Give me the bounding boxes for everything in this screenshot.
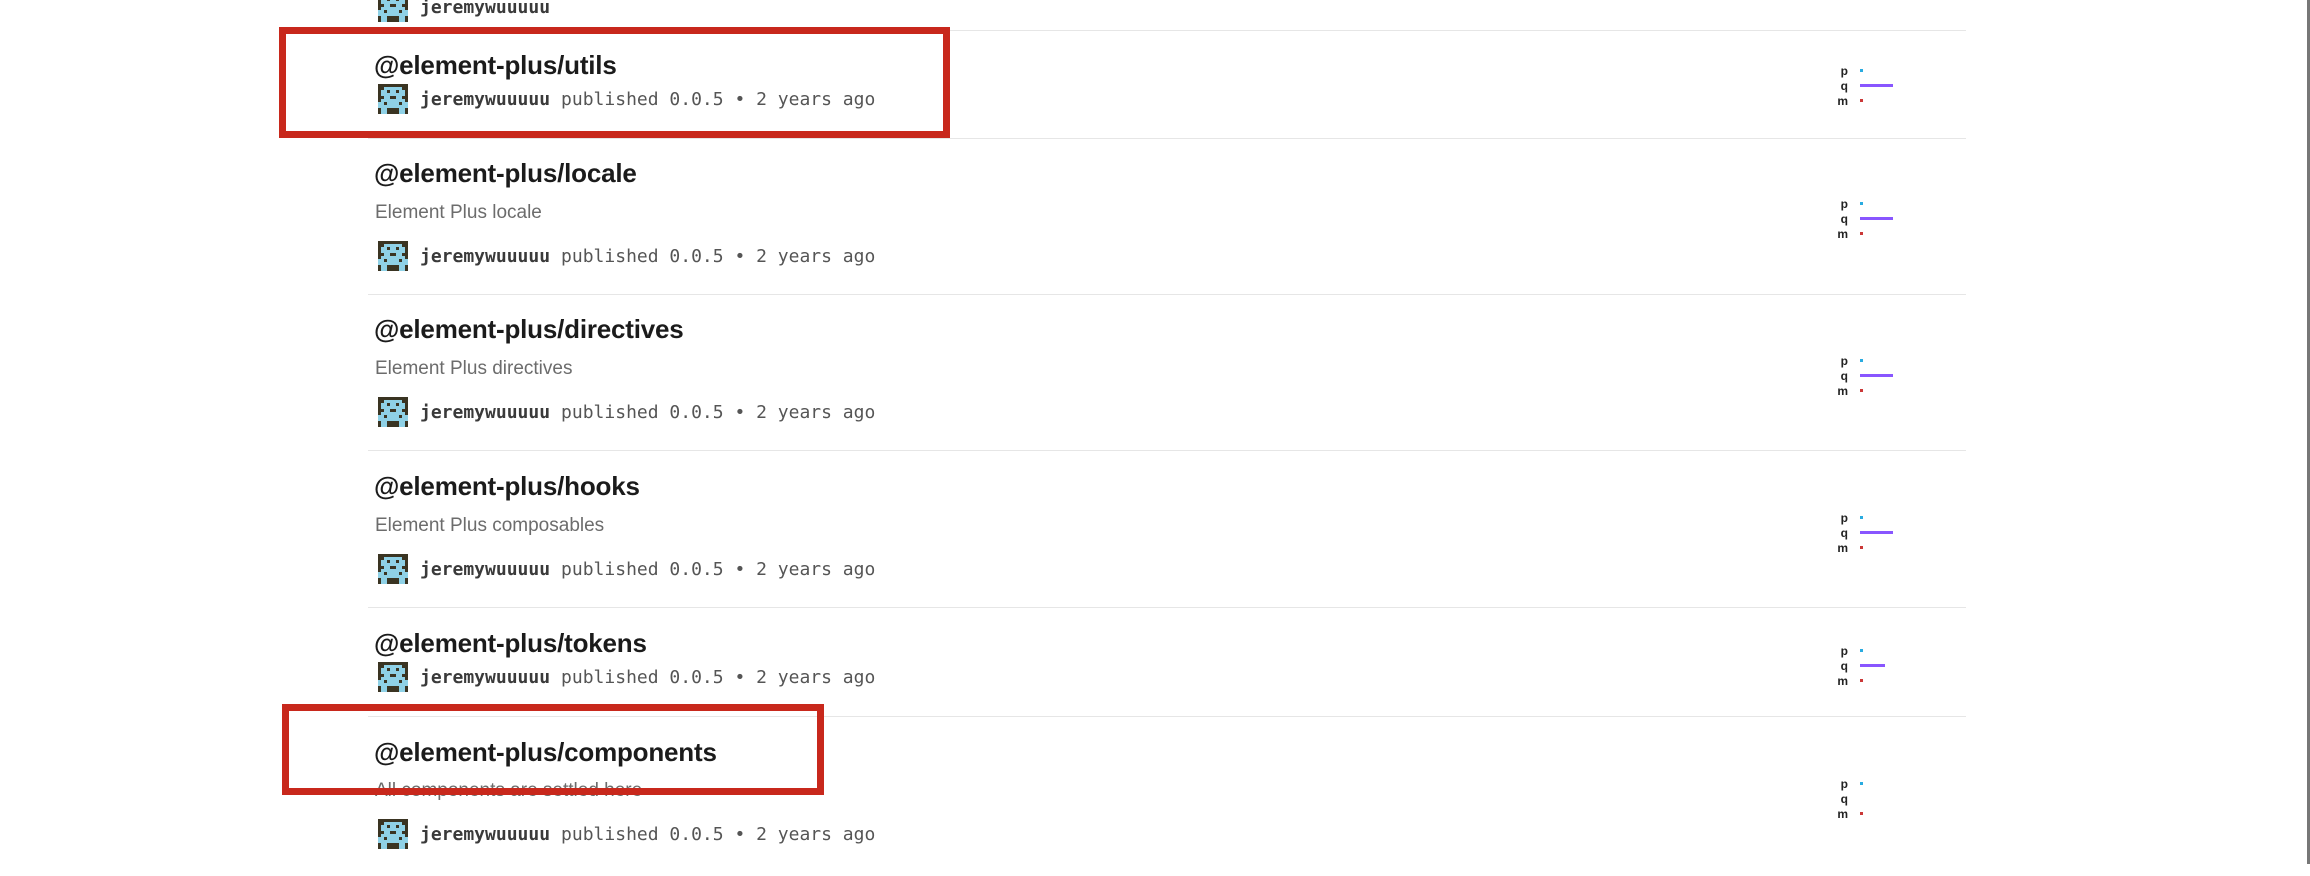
publisher-avatar[interactable] bbox=[378, 662, 408, 692]
publisher-avatar[interactable] bbox=[378, 819, 408, 849]
score-bar-m bbox=[1860, 99, 1863, 102]
package-row: @element-plus/directives Element Plus di… bbox=[368, 294, 1966, 451]
score-label-m: m bbox=[1837, 94, 1848, 108]
score-label-m: m bbox=[1837, 807, 1848, 821]
identicon-icon bbox=[378, 557, 408, 584]
publisher-avatar[interactable] bbox=[378, 397, 408, 427]
package-score-bars: pqm bbox=[1834, 65, 1904, 108]
package-description: Element Plus composables bbox=[375, 515, 605, 536]
package-name-link[interactable]: @element-plus/directives bbox=[374, 314, 684, 345]
package-score-bars: pqm bbox=[1834, 198, 1904, 241]
publisher-name[interactable]: jeremywuuuuu bbox=[420, 246, 550, 267]
publisher-avatar[interactable] bbox=[378, 0, 408, 22]
score-label-q: q bbox=[1840, 212, 1848, 226]
package-name-link[interactable]: @element-plus/hooks bbox=[374, 471, 640, 502]
package-row: @element-plus/locale Element Plus locale… bbox=[368, 138, 1966, 295]
published-info: published 0.0.5 • 2 years ago bbox=[561, 245, 876, 267]
package-score-bars: pqm bbox=[1834, 645, 1904, 688]
score-bar-m bbox=[1860, 389, 1863, 392]
score-bar-m bbox=[1860, 232, 1863, 235]
package-search-results: jeremywuuuuu @element-plus/utils jeremyw… bbox=[0, 0, 2310, 864]
publisher-name[interactable]: jeremywuuuuu bbox=[420, 559, 550, 580]
identicon-icon bbox=[378, 244, 408, 271]
package-meta: jeremywuuuuu published 0.0.5 • 2 years a… bbox=[378, 819, 875, 849]
package-score-bars: pqm bbox=[1834, 512, 1904, 555]
score-bar-q bbox=[1860, 664, 1885, 667]
package-meta: jeremywuuuuu published 0.0.5 • 2 years a… bbox=[378, 662, 875, 692]
score-label-q: q bbox=[1840, 792, 1848, 806]
score-label-q: q bbox=[1840, 526, 1848, 540]
identicon-icon bbox=[378, 665, 408, 692]
score-bar-q bbox=[1860, 217, 1893, 220]
publisher-avatar[interactable] bbox=[378, 84, 408, 114]
package-meta: jeremywuuuuu bbox=[378, 0, 550, 22]
published-info: published 0.0.5 • 2 years ago bbox=[561, 558, 876, 580]
score-bar-p bbox=[1860, 649, 1863, 652]
score-bar-p bbox=[1860, 359, 1863, 362]
score-bar-q bbox=[1860, 374, 1893, 377]
score-label-p: p bbox=[1840, 354, 1848, 368]
package-name-link[interactable]: @element-plus/locale bbox=[374, 158, 637, 189]
score-bar-p bbox=[1860, 69, 1863, 72]
score-label-p: p bbox=[1840, 511, 1848, 525]
published-info: published 0.0.5 • 2 years ago bbox=[561, 88, 876, 110]
publisher-name[interactable]: jeremywuuuuu bbox=[420, 824, 550, 845]
package-row: @element-plus/components All components … bbox=[368, 716, 1966, 876]
package-row: @element-plus/utils jeremywuuuuu publish… bbox=[368, 31, 1966, 139]
published-info: published 0.0.5 • 2 years ago bbox=[561, 401, 876, 423]
score-bar-m bbox=[1860, 812, 1863, 815]
published-info: published 0.0.5 • 2 years ago bbox=[561, 823, 876, 845]
score-bar-p bbox=[1860, 782, 1863, 785]
score-bar-p bbox=[1860, 516, 1863, 519]
package-score-bars: pqm bbox=[1834, 355, 1904, 398]
package-meta: jeremywuuuuu published 0.0.5 • 2 years a… bbox=[378, 84, 875, 114]
score-bar-q bbox=[1860, 84, 1893, 87]
publisher-name[interactable]: jeremywuuuuu bbox=[420, 89, 550, 110]
package-row: @element-plus/tokens jeremywuuuuu publis… bbox=[368, 607, 1966, 717]
package-description: Element Plus directives bbox=[375, 358, 573, 379]
package-name-link[interactable]: @element-plus/tokens bbox=[374, 628, 647, 659]
score-label-p: p bbox=[1840, 64, 1848, 78]
package-row: @element-plus/hooks Element Plus composa… bbox=[368, 450, 1966, 608]
identicon-icon bbox=[378, 0, 408, 22]
package-row-partial: jeremywuuuuu bbox=[368, 0, 1966, 31]
score-label-p: p bbox=[1840, 777, 1848, 791]
publisher-name[interactable]: jeremywuuuuu bbox=[420, 667, 550, 688]
publisher-avatar[interactable] bbox=[378, 554, 408, 584]
score-bar-m bbox=[1860, 546, 1863, 549]
score-bar-p bbox=[1860, 202, 1863, 205]
publisher-avatar[interactable] bbox=[378, 241, 408, 271]
score-label-q: q bbox=[1840, 369, 1848, 383]
published-info: published 0.0.5 • 2 years ago bbox=[561, 666, 876, 688]
score-label-m: m bbox=[1837, 227, 1848, 241]
package-description: All components are settled here bbox=[375, 780, 643, 801]
score-label-p: p bbox=[1840, 644, 1848, 658]
publisher-name[interactable]: jeremywuuuuu bbox=[420, 402, 550, 423]
score-label-p: p bbox=[1840, 197, 1848, 211]
package-score-bars: pqm bbox=[1834, 778, 1904, 821]
identicon-icon bbox=[378, 822, 408, 849]
identicon-icon bbox=[378, 400, 408, 427]
score-label-q: q bbox=[1840, 659, 1848, 673]
package-description: Element Plus locale bbox=[375, 202, 542, 223]
score-label-m: m bbox=[1837, 541, 1848, 555]
publisher-name[interactable]: jeremywuuuuu bbox=[420, 0, 550, 18]
package-name-link[interactable]: @element-plus/components bbox=[374, 737, 717, 768]
score-bar-q bbox=[1860, 531, 1893, 534]
score-label-q: q bbox=[1840, 79, 1848, 93]
identicon-icon bbox=[378, 87, 408, 114]
score-bar-m bbox=[1860, 679, 1863, 682]
package-meta: jeremywuuuuu published 0.0.5 • 2 years a… bbox=[378, 554, 875, 584]
package-name-link[interactable]: @element-plus/utils bbox=[374, 50, 617, 81]
score-label-m: m bbox=[1837, 384, 1848, 398]
package-meta: jeremywuuuuu published 0.0.5 • 2 years a… bbox=[378, 241, 875, 271]
score-label-m: m bbox=[1837, 674, 1848, 688]
package-meta: jeremywuuuuu published 0.0.5 • 2 years a… bbox=[378, 397, 875, 427]
